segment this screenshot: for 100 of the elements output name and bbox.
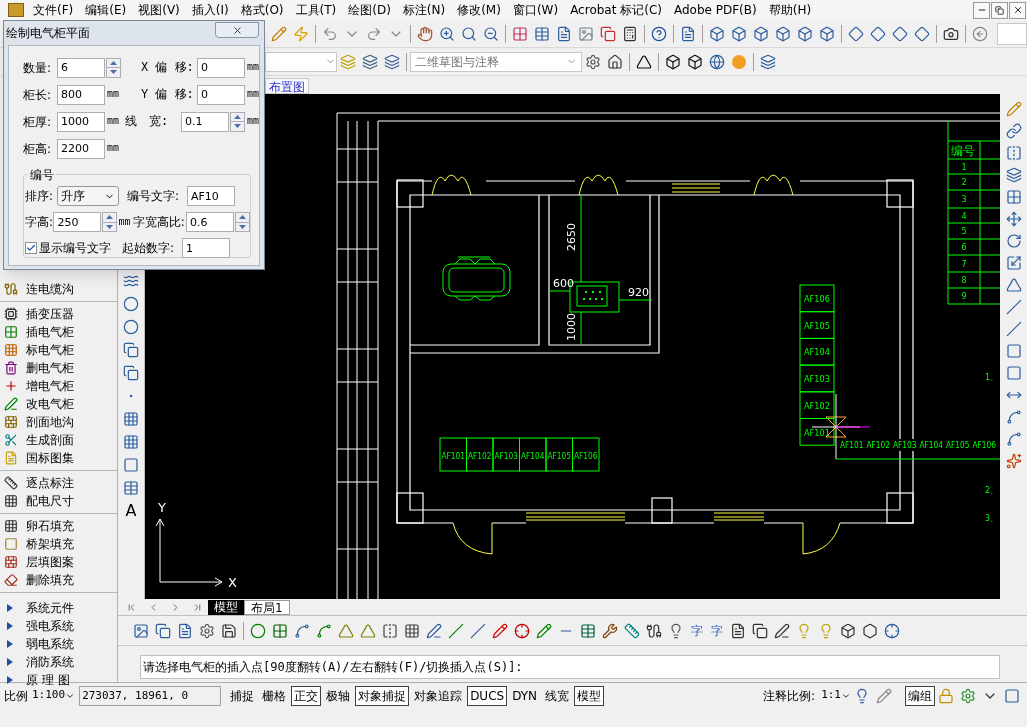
axis-label: X xyxy=(228,575,237,590)
input-field[interactable]: 1 xyxy=(182,238,230,258)
cabinet-label: AF101 xyxy=(804,427,833,438)
status-toggle[interactable]: 对象捕捉 xyxy=(355,685,410,706)
input-field[interactable]: AF10 xyxy=(187,186,235,206)
cabinet-cell xyxy=(799,337,835,366)
table-header: 编号 xyxy=(951,144,975,158)
menu-item[interactable]: 编辑(E) xyxy=(84,1,128,19)
dimension-label: 600 xyxy=(553,277,574,290)
menu-item[interactable]: Adobe PDF(B) xyxy=(672,1,758,19)
ucs-axis-icon xyxy=(155,518,223,587)
panel-item[interactable]: 剖面地沟 xyxy=(0,413,117,431)
coordinates-display: 273037, 18961, 0 xyxy=(79,685,222,706)
status-toggle[interactable]: 栅格 xyxy=(259,685,290,706)
menu-item[interactable]: 修改(M) xyxy=(456,1,502,19)
input-field[interactable]: 0.6 xyxy=(186,212,234,232)
panel-item[interactable]: 层填图案 xyxy=(0,553,117,571)
panel-item[interactable]: 改电气柜 xyxy=(0,395,117,413)
input-field[interactable]: 0 xyxy=(197,84,245,105)
input-field[interactable]: 0 xyxy=(197,57,245,78)
minimize-button[interactable] xyxy=(973,1,990,19)
scale-label: 比例 xyxy=(4,687,28,705)
group-button[interactable]: 编组 xyxy=(905,685,935,706)
status-toggle[interactable]: 线宽 xyxy=(542,685,573,706)
panel-item[interactable]: 删电气柜 xyxy=(0,359,117,377)
scale-dropdown[interactable]: 1:100 xyxy=(32,687,76,704)
panel-item[interactable]: 连电缆沟 xyxy=(0,280,117,298)
annotation-scale-dropdown[interactable]: 1:1 xyxy=(821,687,851,704)
text-style-button[interactable]: 字 xyxy=(687,621,707,640)
menu-item[interactable]: 文件(F) xyxy=(32,1,75,19)
panel-section[interactable]: 消防系统 xyxy=(0,653,117,671)
panel-item[interactable]: 卵石填充 xyxy=(0,517,117,535)
text-style-button[interactable]: 字 xyxy=(707,621,727,640)
input-field[interactable]: 6 xyxy=(57,57,105,78)
restore-button[interactable] xyxy=(991,1,1008,19)
menu-item[interactable]: 帮助(H) xyxy=(767,1,813,19)
unit-label: mm xyxy=(247,61,259,75)
status-toggle[interactable]: 极轴 xyxy=(323,685,354,706)
layout-tab[interactable]: 布局1 xyxy=(244,599,290,615)
document-tab[interactable]: 布置图 xyxy=(265,78,309,94)
workspace-dropdown[interactable]: 二维草图与注释 xyxy=(410,51,582,72)
menu-item[interactable]: 格式(O) xyxy=(239,1,285,19)
checkbox-label: 显示编号文字 xyxy=(39,240,112,257)
panel-item[interactable]: 配电尺寸 xyxy=(0,492,117,510)
input-field[interactable]: 800 xyxy=(57,84,105,105)
panel-section[interactable]: 系统元件 xyxy=(0,599,117,617)
table-cell: 1 xyxy=(961,162,967,172)
panel-item[interactable]: 插变压器 xyxy=(0,305,117,323)
panel-section[interactable]: 强电系统 xyxy=(0,617,117,635)
status-toggle[interactable]: 正交 xyxy=(291,685,322,706)
panel-item[interactable]: 插电气柜 xyxy=(0,323,117,341)
spinner[interactable] xyxy=(102,212,118,232)
layout-tab[interactable]: 模型 xyxy=(208,599,244,615)
input-field[interactable]: 2200 xyxy=(57,138,105,159)
field-label: 线 宽: xyxy=(125,113,170,131)
spinner[interactable] xyxy=(106,57,121,78)
input-field[interactable]: 250 xyxy=(53,212,102,232)
unit-label: mm xyxy=(107,88,119,102)
table-cell: 9 xyxy=(961,292,967,301)
panel-section[interactable]: 弱电系统 xyxy=(0,635,117,653)
status-toggle[interactable]: 对象追踪 xyxy=(411,685,466,706)
menu-item[interactable]: 绘图(D) xyxy=(347,1,392,19)
dimension-label: 920 xyxy=(628,286,649,299)
menu-item[interactable]: 窗口(W) xyxy=(511,1,560,19)
input-field[interactable]: 1000 xyxy=(57,111,105,132)
dialog-title: 绘制电气柜平面 xyxy=(6,25,90,42)
close-icon xyxy=(231,24,243,36)
table-cell: 7 xyxy=(961,259,967,269)
status-toggle[interactable]: 模型 xyxy=(574,685,605,706)
close-button[interactable] xyxy=(1009,1,1026,19)
cabinet-cell xyxy=(466,437,494,472)
panel-item[interactable]: 删除填充 xyxy=(0,571,117,589)
unit-label: mm xyxy=(247,115,259,129)
spinner[interactable] xyxy=(230,111,245,132)
command-field[interactable] xyxy=(997,22,1027,45)
status-toggle[interactable]: DUCS xyxy=(467,685,508,706)
panel-item[interactable]: 增电气柜 xyxy=(0,377,117,395)
menu-item[interactable]: 插入(I) xyxy=(190,1,230,19)
menu-item[interactable]: 标注(N) xyxy=(401,1,447,19)
status-toggle[interactable]: DYN xyxy=(509,685,541,706)
note-number: 1、 xyxy=(985,373,999,382)
status-toggle[interactable]: 捕捉 xyxy=(227,685,258,706)
menu-item[interactable]: 视图(V) xyxy=(137,1,181,19)
menu-item[interactable]: 工具(T) xyxy=(294,1,338,19)
input-field[interactable]: 0.1 xyxy=(181,111,229,132)
panel-item[interactable]: 国标图集 xyxy=(0,449,117,467)
transformer-drawing xyxy=(442,256,511,301)
field-label: 柜高: xyxy=(23,140,53,158)
spinner[interactable] xyxy=(235,212,250,232)
checkbox[interactable] xyxy=(25,242,37,254)
panel-item[interactable]: 生成剖面 xyxy=(0,431,117,449)
menu-item[interactable]: Acrobat 标记(C) xyxy=(569,1,663,19)
sort-dropdown[interactable]: 升序 xyxy=(57,186,119,206)
panel-item[interactable]: 桥架填充 xyxy=(0,535,117,553)
panel-item[interactable]: 标电气柜 xyxy=(0,341,117,359)
text-tool[interactable]: A xyxy=(125,500,137,522)
cabinet-cell xyxy=(799,391,835,419)
panel-item[interactable]: 逐点标注 xyxy=(0,474,117,492)
note-number: 3、 xyxy=(985,514,999,523)
unit-label: mm xyxy=(107,142,119,156)
